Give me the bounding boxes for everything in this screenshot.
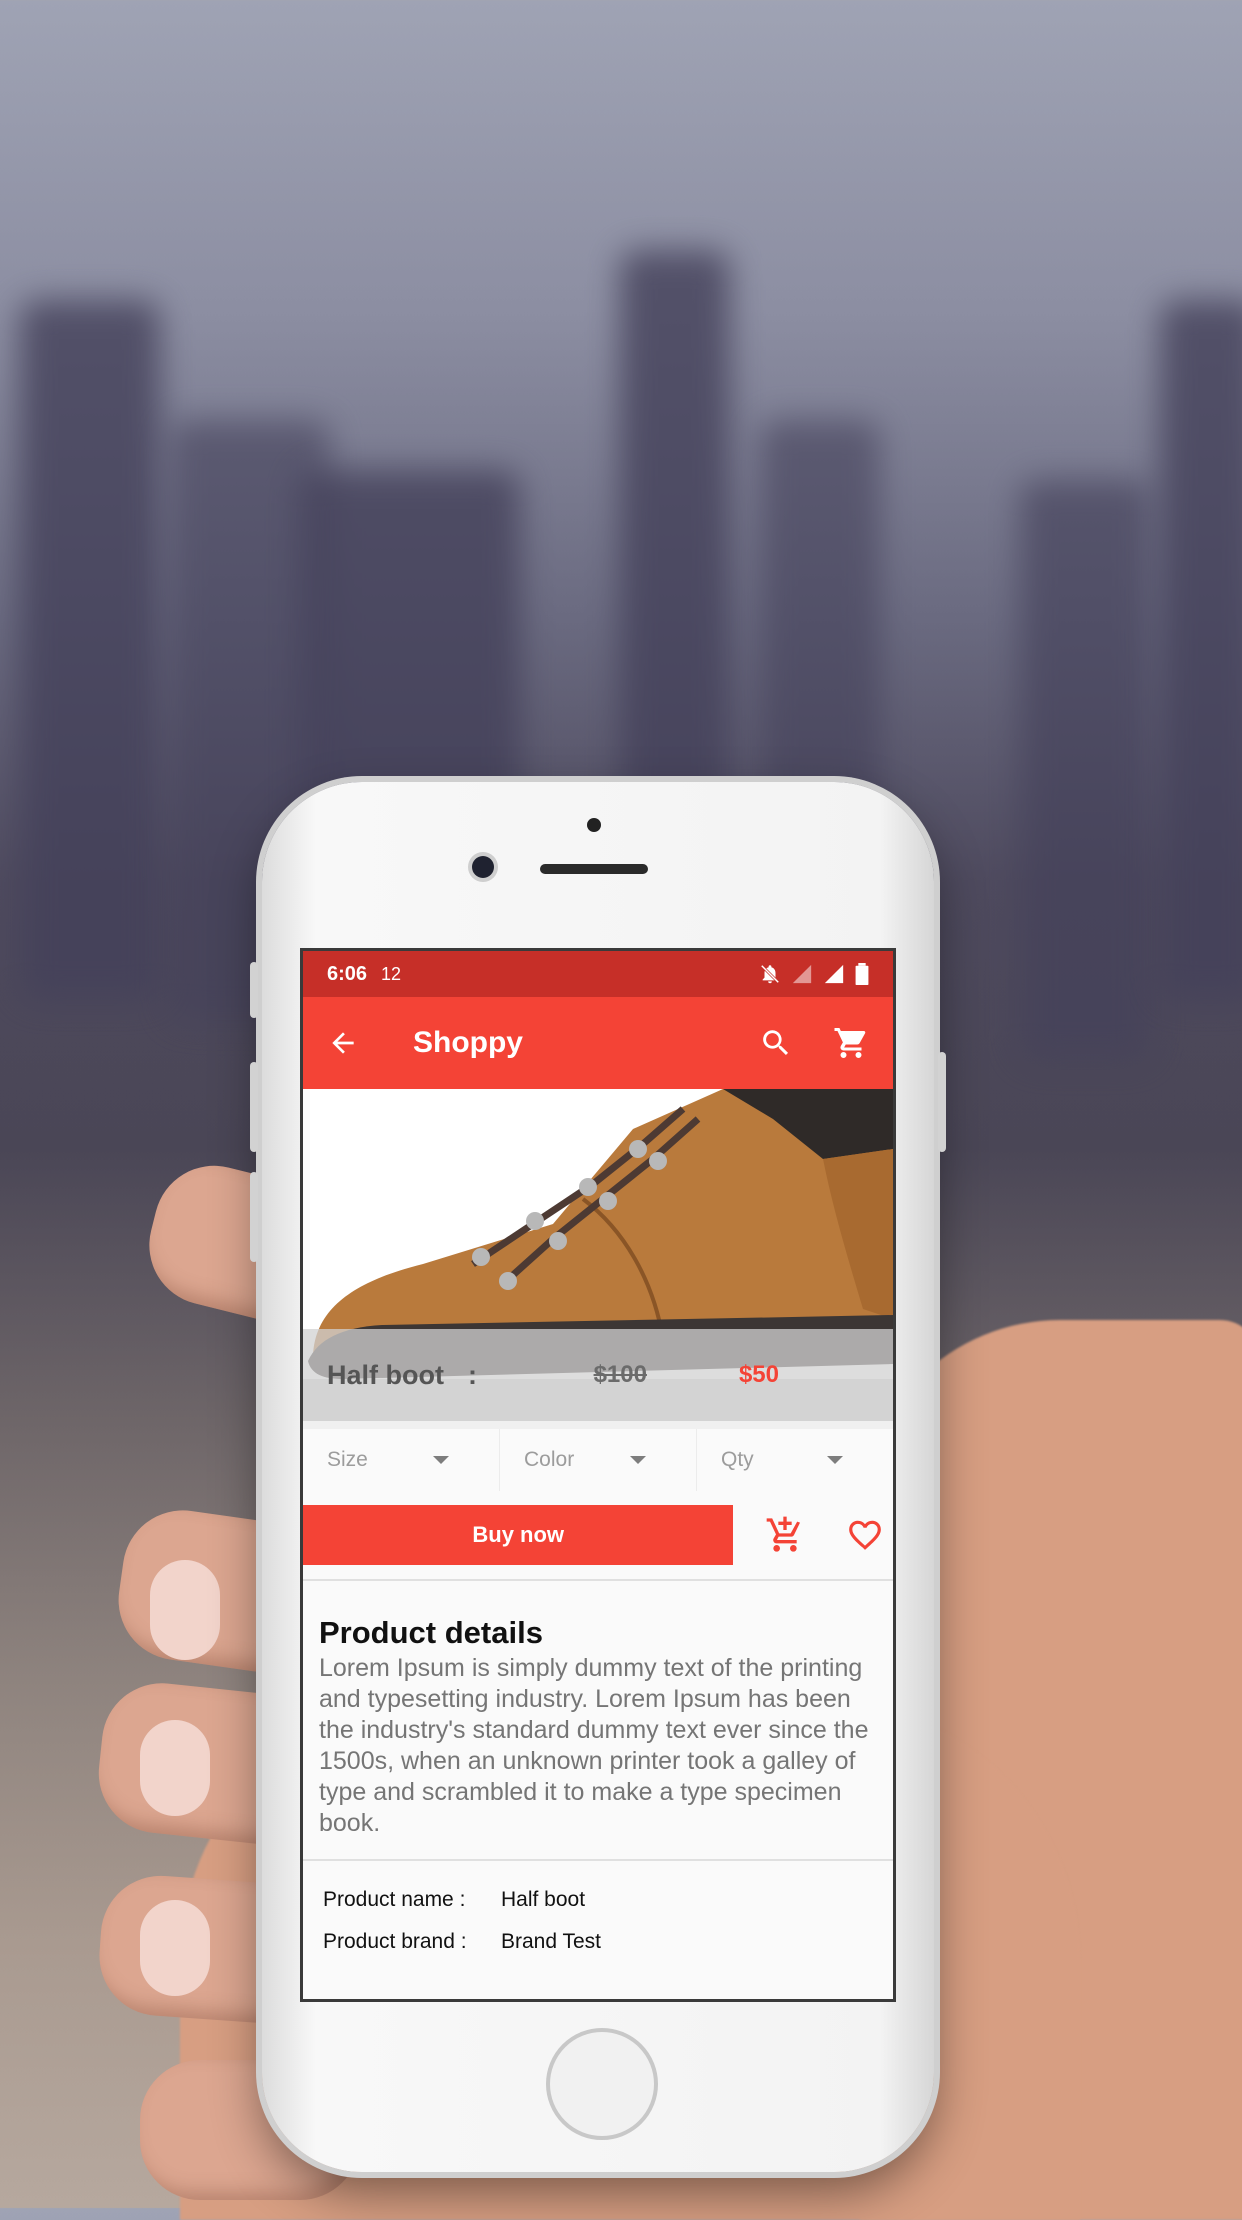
search-icon[interactable] xyxy=(759,1026,793,1060)
option-selectors: Size Color Qty xyxy=(303,1421,893,1491)
product-price-bar: Half boot : $100 $50 xyxy=(303,1329,893,1421)
battery-icon xyxy=(855,963,869,985)
signal-icon xyxy=(824,964,844,984)
purchase-actions: Buy now xyxy=(303,1491,893,1581)
product-specs: Product name : Half boot Product brand :… xyxy=(303,1859,893,1981)
spec-row: Product brand : Brand Test xyxy=(323,1921,873,1963)
signal-x-icon xyxy=(792,964,812,984)
buy-now-button[interactable]: Buy now xyxy=(303,1505,734,1565)
color-dropdown[interactable]: Color xyxy=(500,1429,697,1491)
app-screen: 6:06 12 Shoppy Half boot: $100 $50 Size… xyxy=(300,948,896,2002)
details-heading: Product details xyxy=(319,1615,543,1650)
app-bar: Shoppy xyxy=(303,997,893,1089)
size-dropdown[interactable]: Size xyxy=(303,1429,500,1491)
spec-key: Product brand : xyxy=(323,1930,467,1953)
spec-value: Half boot xyxy=(501,1888,586,1911)
status-bar: 6:06 12 xyxy=(303,951,893,997)
product-hero: Half boot : $100 $50 xyxy=(303,1089,893,1421)
spec-value: Brand Test xyxy=(501,1930,602,1953)
spec-row: Product name : Half boot xyxy=(323,1879,873,1921)
add-to-cart-icon xyxy=(766,1516,801,1552)
notification-count: 12 xyxy=(381,963,402,984)
original-price: $100 xyxy=(593,1361,647,1388)
bell-off-icon xyxy=(760,964,780,984)
dropdown-arrow-icon xyxy=(433,1456,449,1464)
add-to-cart-button[interactable] xyxy=(757,1507,813,1563)
cart-icon[interactable] xyxy=(833,1025,869,1061)
product-name: Half boot xyxy=(327,1359,444,1390)
heart-icon xyxy=(849,1520,881,1550)
qty-dropdown[interactable]: Qty xyxy=(697,1429,893,1491)
dropdown-arrow-icon xyxy=(827,1456,843,1464)
front-camera xyxy=(472,856,494,878)
details-description: Lorem Ipsum is simply dummy text of the … xyxy=(319,1654,869,1837)
size-label: Size xyxy=(327,1448,368,1471)
home-button[interactable] xyxy=(546,2028,658,2140)
earpiece-speaker xyxy=(540,864,648,874)
color-label: Color xyxy=(524,1448,575,1471)
sale-price: $50 xyxy=(738,1361,779,1388)
product-details: Product details Lorem Ipsum is simply du… xyxy=(303,1581,893,1859)
qty-label: Qty xyxy=(721,1448,754,1471)
status-time: 6:06 xyxy=(327,962,368,985)
name-separator: : xyxy=(467,1359,477,1390)
back-arrow-icon[interactable] xyxy=(327,1027,359,1059)
app-title: Shoppy xyxy=(413,1026,523,1059)
wishlist-button[interactable] xyxy=(837,1507,893,1563)
front-sensor xyxy=(587,818,601,832)
spec-key: Product name : xyxy=(323,1888,466,1911)
dropdown-arrow-icon xyxy=(630,1456,646,1464)
